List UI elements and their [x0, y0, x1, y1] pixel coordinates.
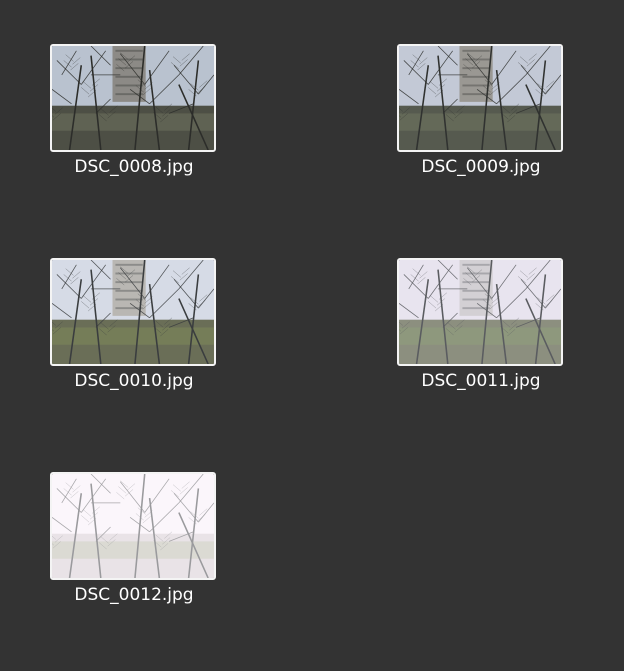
file-name[interactable]: DSC_0008.jpg [34, 157, 234, 177]
photo-thumbnail-graphic [399, 260, 561, 364]
image-thumbnail[interactable] [50, 44, 216, 152]
file-item[interactable]: DSC_0009.jpg [381, 44, 581, 194]
file-name[interactable]: DSC_0011.jpg [381, 371, 581, 391]
file-item[interactable]: DSC_0011.jpg [381, 258, 581, 408]
file-name[interactable]: DSC_0010.jpg [34, 371, 234, 391]
file-item[interactable]: DSC_0008.jpg [34, 44, 234, 194]
photo-thumbnail-graphic [52, 46, 214, 150]
image-thumbnail[interactable] [397, 44, 563, 152]
photo-thumbnail-graphic [52, 474, 214, 578]
file-item[interactable]: DSC_0010.jpg [34, 258, 234, 408]
file-grid: DSC_0008.jpg DSC_0009.jpg DSC_0010.jpg D… [0, 0, 624, 671]
file-item[interactable]: DSC_0012.jpg [34, 472, 234, 622]
photo-thumbnail-graphic [52, 260, 214, 364]
file-name[interactable]: DSC_0012.jpg [34, 585, 234, 605]
photo-thumbnail-graphic [399, 46, 561, 150]
file-name[interactable]: DSC_0009.jpg [381, 157, 581, 177]
image-thumbnail[interactable] [50, 472, 216, 580]
image-thumbnail[interactable] [50, 258, 216, 366]
image-thumbnail[interactable] [397, 258, 563, 366]
